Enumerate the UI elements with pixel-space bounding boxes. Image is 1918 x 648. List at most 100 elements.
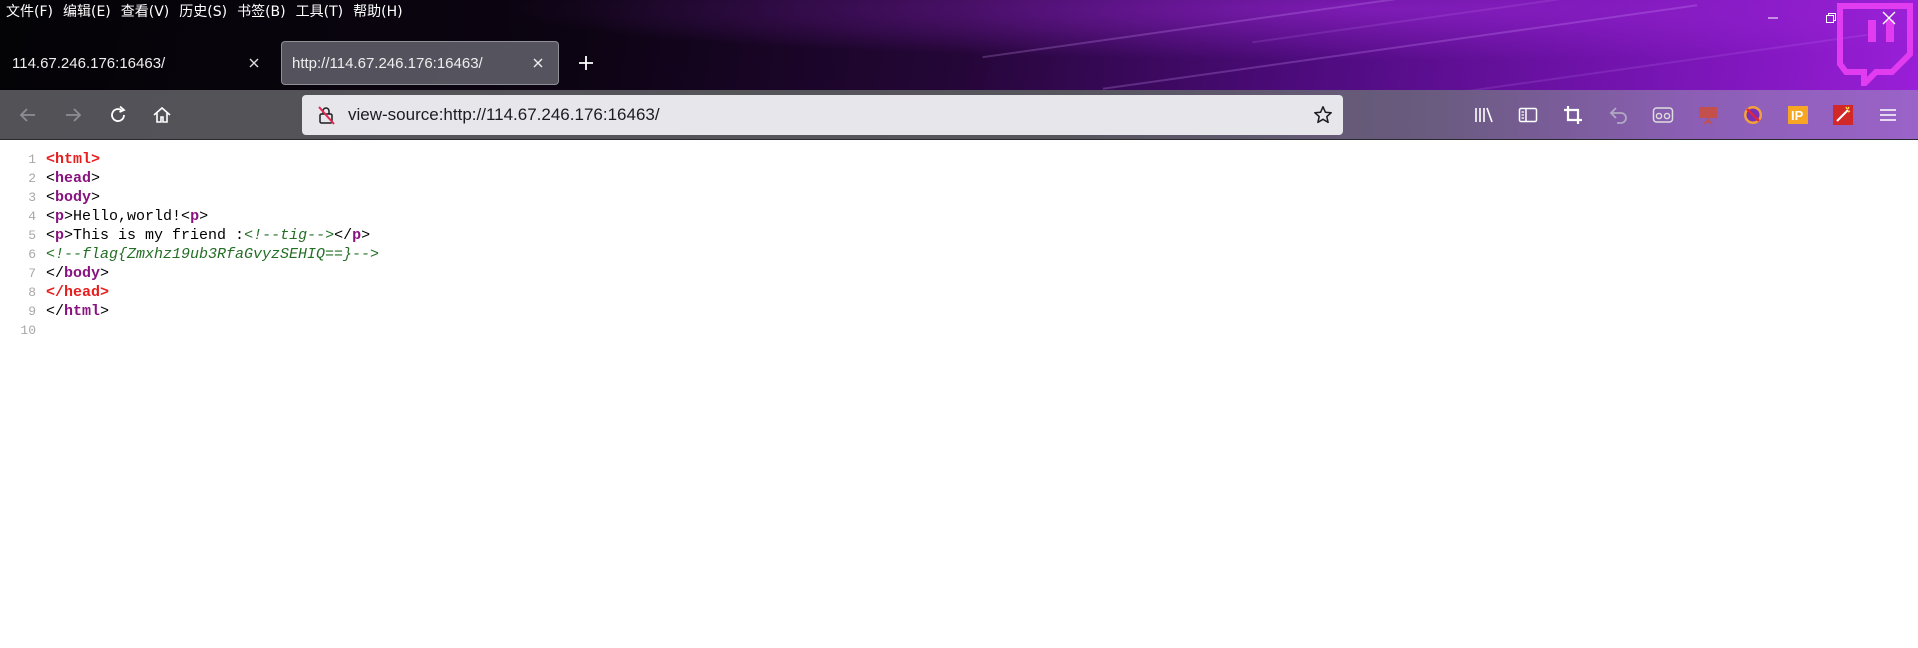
minimize-icon <box>1768 17 1778 19</box>
url-text[interactable]: view-source:http://114.67.246.176:16463/ <box>344 105 1303 125</box>
line-number: 6 <box>28 247 36 262</box>
source-code: <!--flag{Zmxhz19ub3RfaGvyzSEHIQ==}--> <box>46 245 379 264</box>
browser-titlebar: 文件(F) 编辑(E) 查看(V) 历史(S) 书签(B) 工具(T) 帮助(H… <box>0 0 1918 90</box>
html-tag: body <box>55 189 92 206</box>
source-text: > <box>361 227 371 244</box>
source-text: > <box>91 170 101 187</box>
line-number: 7 <box>28 266 36 281</box>
source-text: >This is my friend : <box>64 227 245 244</box>
home-icon <box>153 106 171 123</box>
forward-arrow-icon <box>66 108 82 122</box>
html-tag: </head> <box>46 284 110 301</box>
library-icon[interactable] <box>1469 100 1499 130</box>
source-code: <html> <box>46 150 100 169</box>
bookmark-star-button[interactable] <box>1303 95 1343 135</box>
line-number: 9 <box>28 304 36 319</box>
source-text: >Hello,world!< <box>64 208 191 225</box>
undo-icon[interactable] <box>1603 100 1633 130</box>
source-text: < <box>46 189 56 206</box>
html-tag: p <box>55 227 65 244</box>
close-icon <box>249 58 259 68</box>
tab-strip: 114.67.246.176:16463/ http://114.67.246.… <box>0 40 1918 88</box>
tab-active[interactable]: http://114.67.246.176:16463/ <box>281 41 559 85</box>
html-tag: p <box>190 208 200 225</box>
source-code: </head> <box>46 283 109 302</box>
menu-history[interactable]: 历史(S) <box>177 0 235 24</box>
menu-tools[interactable]: 工具(T) <box>294 0 351 24</box>
insecure-lock-icon[interactable] <box>308 95 344 135</box>
source-line: 2 <head> <box>0 169 100 188</box>
html-tag: <html> <box>46 151 101 168</box>
back-button[interactable] <box>12 99 44 131</box>
sidebar-icon[interactable] <box>1513 100 1543 130</box>
source-text: </ <box>46 265 65 282</box>
line-number: 2 <box>28 171 36 186</box>
wand-icon[interactable] <box>1828 100 1858 130</box>
menu-icon[interactable] <box>1873 100 1903 130</box>
source-code: </html> <box>46 302 109 321</box>
page-source-view: 1 <html> 2 <head> 3 <body> 4 <p>Hello,world!<p>… <box>0 150 1918 648</box>
source-line: 8 </head> <box>0 283 109 302</box>
source-line: 7 </body> <box>0 264 109 283</box>
line-number: 4 <box>28 209 36 224</box>
html-comment: <!--flag{Zmxhz19ub3RfaGvyzSEHIQ==}--> <box>46 246 380 263</box>
restore-icon <box>1826 13 1836 23</box>
tab-close-button[interactable] <box>244 53 264 73</box>
svg-text:IP: IP <box>1791 108 1804 123</box>
restore-button[interactable] <box>1802 0 1860 36</box>
source-line: 3 <body> <box>0 188 100 207</box>
menu-help[interactable]: 帮助(H) <box>351 0 410 24</box>
source-line: 10 <box>0 321 46 340</box>
home-button[interactable] <box>146 99 178 131</box>
tab-inactive[interactable]: 114.67.246.176:16463/ <box>2 40 274 86</box>
line-number: 10 <box>20 323 36 338</box>
tab-title: 114.67.246.176:16463/ <box>12 54 166 72</box>
html-comment: <!--tig--> <box>244 227 335 244</box>
reload-button[interactable] <box>102 99 134 131</box>
source-code: <body> <box>46 188 100 207</box>
star-icon <box>1314 106 1332 124</box>
close-icon <box>1882 11 1896 25</box>
ip-icon[interactable]: IP <box>1783 100 1813 130</box>
menu-bookmarks[interactable]: 书签(B) <box>235 0 294 24</box>
html-tag: body <box>64 265 101 282</box>
line-number: 1 <box>28 152 36 167</box>
source-code: <p>This is my friend :<!--tig--></p> <box>46 226 370 245</box>
block-icon[interactable] <box>1738 100 1768 130</box>
source-text: < <box>46 227 56 244</box>
source-line: 4 <p>Hello,world!<p> <box>0 207 208 226</box>
line-number: 3 <box>28 190 36 205</box>
crop-icon[interactable] <box>1558 100 1588 130</box>
source-text: </ <box>334 227 353 244</box>
tab-title: http://114.67.246.176:16463/ <box>292 54 483 72</box>
menu-view[interactable]: 查看(V) <box>119 0 178 24</box>
navigation-toolbar: view-source:http://114.67.246.176:16463/… <box>0 90 1918 140</box>
new-tab-button[interactable] <box>572 49 600 77</box>
source-code: <p>Hello,world!<p> <box>46 207 208 226</box>
reload-icon <box>111 105 126 122</box>
menu-bar: 文件(F) 编辑(E) 查看(V) 历史(S) 书签(B) 工具(T) 帮助(H… <box>0 0 411 24</box>
menu-edit[interactable]: 编辑(E) <box>61 0 119 24</box>
plus-icon <box>579 56 593 70</box>
url-bar[interactable]: view-source:http://114.67.246.176:16463/ <box>302 95 1343 135</box>
source-text: > <box>199 208 209 225</box>
source-text: > <box>100 265 110 282</box>
presentation-icon[interactable] <box>1693 100 1723 130</box>
back-arrow-icon <box>19 108 35 122</box>
line-number: 8 <box>28 285 36 300</box>
html-tag: p <box>55 208 65 225</box>
forward-button[interactable] <box>57 99 89 131</box>
source-line: 1 <html> <box>0 150 100 169</box>
window-controls <box>1744 0 1918 36</box>
close-window-button[interactable] <box>1860 0 1918 36</box>
source-code: </body> <box>46 264 109 283</box>
html-tag: html <box>64 303 101 320</box>
source-text: < <box>46 208 56 225</box>
minimize-button[interactable] <box>1744 0 1802 36</box>
menu-file[interactable]: 文件(F) <box>4 0 61 24</box>
source-code: <head> <box>46 169 100 188</box>
line-number: 5 <box>28 228 36 243</box>
source-text: > <box>91 189 101 206</box>
glasses-icon[interactable] <box>1648 100 1678 130</box>
tab-close-button[interactable] <box>528 53 548 73</box>
